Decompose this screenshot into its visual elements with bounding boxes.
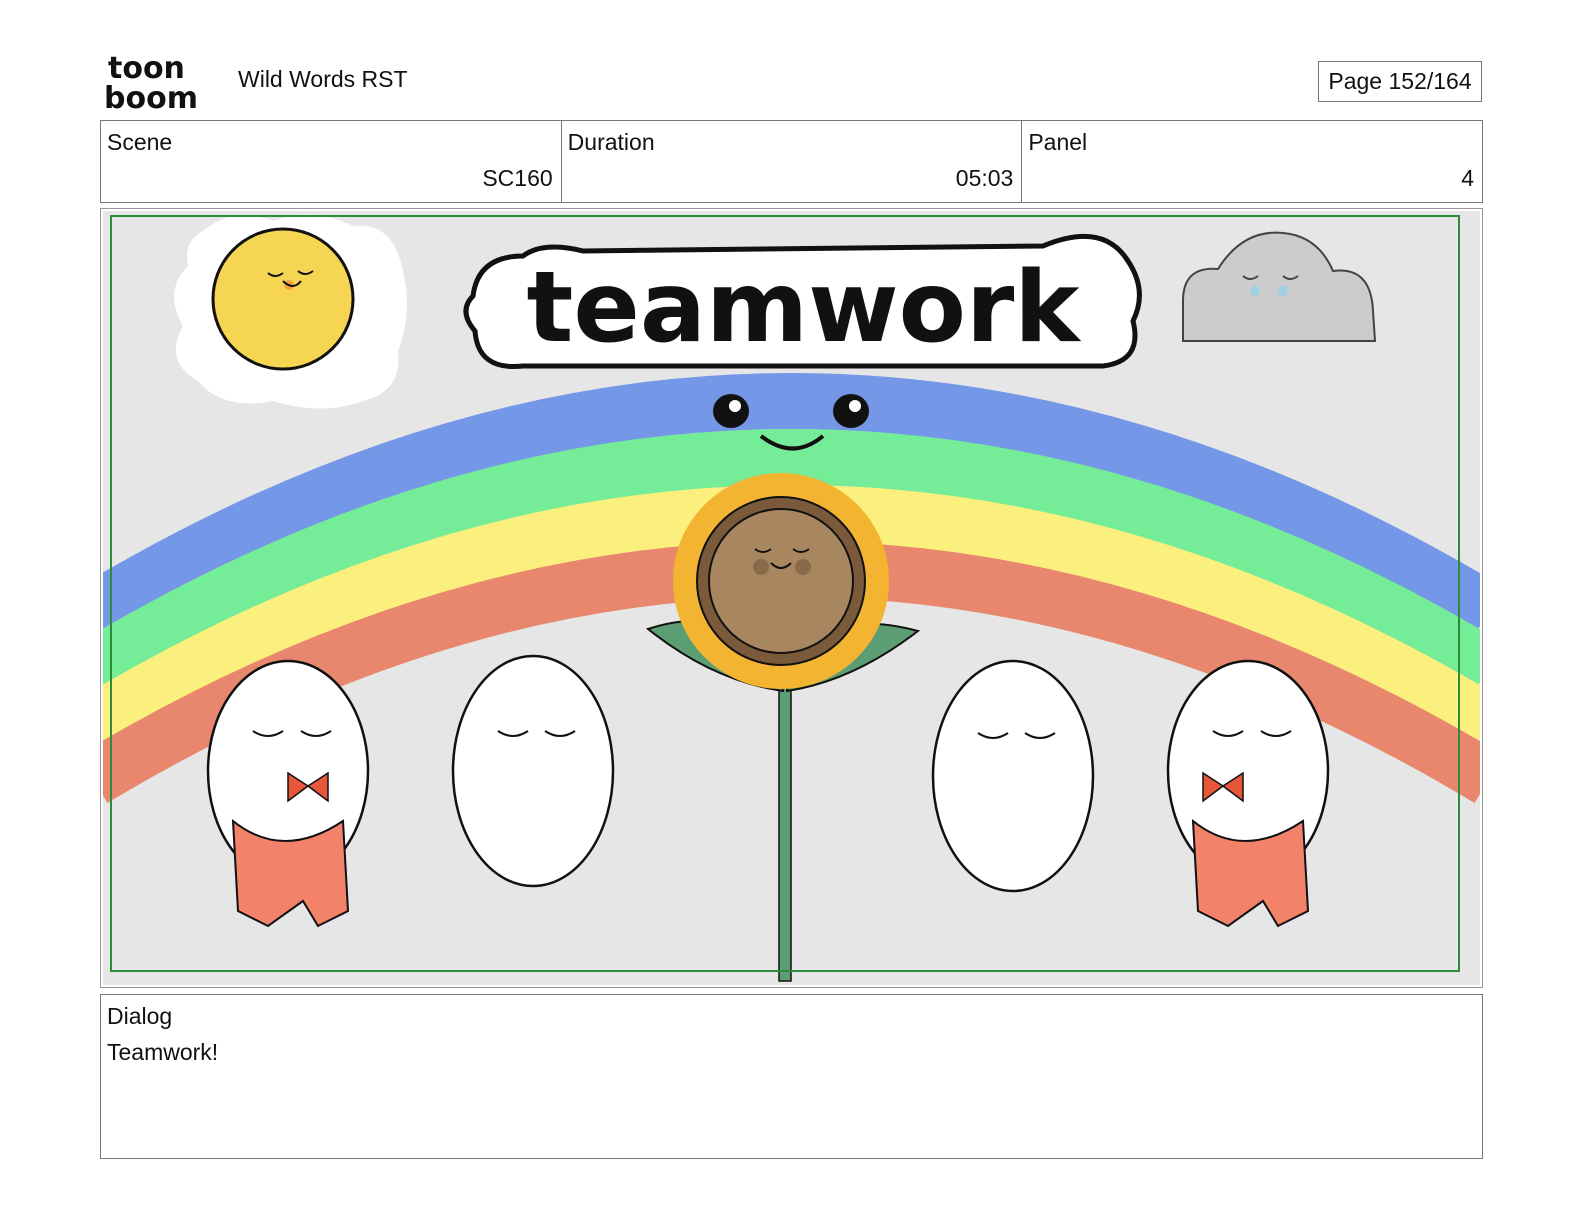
- duration-cell: Duration 05:03: [562, 121, 1023, 202]
- panel-value: 4: [1461, 165, 1475, 191]
- panel-label: Panel: [1028, 129, 1088, 155]
- dialog-label: Dialog: [107, 1003, 173, 1029]
- dialog-text: Teamwork!: [107, 1039, 219, 1065]
- teamwork-title: teamwork: [463, 233, 1142, 370]
- svg-text:teamwork: teamwork: [527, 251, 1083, 365]
- sun: [174, 214, 407, 409]
- project-title: Wild Words RST: [238, 66, 408, 92]
- duration-label: Duration: [567, 129, 655, 155]
- page-indicator: Page 152/164: [1318, 61, 1482, 102]
- storyboard-panel-art: teamwork: [103, 211, 1480, 985]
- scene-cell: Scene SC160: [101, 121, 562, 202]
- page-label: Page 152/164: [1328, 68, 1472, 94]
- character-left-inner: [451, 654, 615, 888]
- panel-image-frame: teamwork: [100, 208, 1483, 988]
- toon-boom-logo: toon boom: [104, 52, 198, 112]
- dialog-box: Dialog Teamwork!: [100, 994, 1483, 1159]
- panel-cell: Panel 4: [1022, 121, 1482, 202]
- duration-value: 05:03: [955, 165, 1014, 191]
- scene-value: SC160: [482, 165, 553, 191]
- info-table: Scene SC160 Duration 05:03 Panel 4: [100, 120, 1483, 203]
- svg-text:boom: boom: [104, 81, 198, 112]
- scene-label: Scene: [107, 129, 173, 155]
- character-right-inner: [931, 659, 1095, 893]
